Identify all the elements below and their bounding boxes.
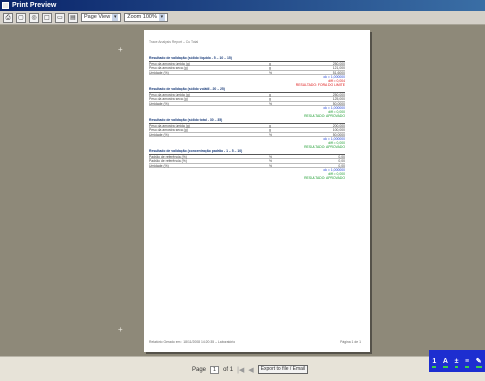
- margin-marker-icon[interactable]: +: [118, 46, 123, 54]
- row-value: 250,000: [332, 93, 345, 97]
- row-unit: %: [269, 70, 273, 75]
- edit-icon[interactable]: ✎: [475, 357, 482, 368]
- prev-page-icon[interactable]: ◀: [248, 366, 253, 374]
- toolbar: ⎙ ▢ ◎ □ ▭ ▤ Page View ▾ Zoom 100% ▾: [0, 11, 485, 25]
- page-navigator: Page 1 of 1 |◀ ◀ Export to file / Email: [192, 365, 309, 374]
- chevron-down-icon: ▾: [112, 14, 119, 21]
- report-footer: Relatório Gerado em : 18/11/2008 14:20:3…: [149, 340, 361, 344]
- page-number-input[interactable]: 1: [210, 365, 220, 374]
- report-section: Resultado de validação (sólido total - 3…: [149, 118, 345, 149]
- row-unit: g: [269, 128, 271, 133]
- row-label: Umidade (%): [149, 101, 169, 106]
- row-label: Umidade (%): [149, 163, 169, 168]
- page-of-label: of 1: [223, 366, 234, 373]
- section-title: Resultado de validação (concentração pad…: [149, 149, 345, 155]
- row-value: 250,000: [332, 62, 345, 66]
- row-unit: g: [269, 93, 271, 97]
- section-title: Resultado de validação (sólido líquido -…: [149, 56, 345, 62]
- row-label: Peso da amostra seca (g): [149, 66, 188, 71]
- report-section: Resultado de validação (sólido volátil -…: [149, 87, 345, 118]
- row-unit: g: [269, 62, 271, 66]
- summary-line: RESULTADO: APROVADO: [304, 176, 345, 181]
- row-label: Umidade (%): [149, 132, 169, 137]
- row-unit: g: [269, 97, 271, 102]
- report-header: Trace Analysis Report – Cu Total: [149, 40, 199, 44]
- window-title: Print Preview: [12, 2, 57, 9]
- section-title: Resultado de validação (sólido volátil -…: [149, 87, 345, 93]
- print-icon[interactable]: ⎙: [3, 12, 13, 23]
- row-value: 200,000: [332, 124, 345, 128]
- row-label: Padrão de referência (%): [149, 155, 187, 159]
- row-unit: %: [269, 101, 273, 106]
- row-label: Padrão de referência (%): [149, 159, 187, 164]
- app-icon: [2, 2, 9, 9]
- first-page-icon[interactable]: |◀: [237, 366, 244, 374]
- window-titlebar: Print Preview: [0, 0, 485, 11]
- page-label: Page: [192, 366, 207, 373]
- zoom-select[interactable]: Zoom 100% ▾: [124, 13, 168, 22]
- row-value: 0,00: [338, 159, 345, 164]
- row-label: Peso da amostra úmida (g): [149, 62, 190, 66]
- view-select[interactable]: Page View ▾: [81, 13, 122, 22]
- report-section: Resultado de validação (sólido líquido -…: [149, 56, 345, 87]
- margin-marker-icon[interactable]: +: [118, 326, 123, 334]
- row-value: 125,000: [332, 97, 345, 102]
- two-page-icon[interactable]: ▭: [55, 12, 65, 23]
- number-tool-icon[interactable]: 1: [432, 358, 436, 368]
- row-label: Umidade (%): [149, 70, 169, 75]
- row-value: 51,6000: [332, 70, 345, 75]
- row-label: Peso da amostra úmida (g): [149, 124, 190, 128]
- plus-minus-icon[interactable]: ±: [454, 358, 458, 368]
- row-value: 0,00: [338, 163, 345, 168]
- row-value: 121,000: [332, 66, 345, 71]
- export-button[interactable]: Export to file / Email: [257, 365, 309, 374]
- section-title: Resultado de validação (sólido total - 3…: [149, 118, 345, 124]
- row-value: 100,000: [332, 128, 345, 133]
- row-unit: %: [269, 159, 273, 164]
- row-label: Peso da amostra seca (g): [149, 97, 188, 102]
- menu-icon[interactable]: ≡: [465, 358, 470, 368]
- row-unit: g: [269, 124, 271, 128]
- chevron-down-icon: ▾: [158, 14, 165, 21]
- text-tool-icon[interactable]: A: [442, 358, 448, 368]
- row-value: 50,0000: [332, 132, 345, 137]
- single-page-icon[interactable]: □: [42, 12, 52, 23]
- footer-left: Relatório Gerado em : 18/11/2008 14:20:3…: [149, 340, 236, 344]
- report-section: Resultado de validação (concentração pad…: [149, 149, 345, 180]
- row-unit: %: [269, 163, 273, 168]
- right-toolbox: 1 A ± ≡ ✎: [429, 350, 485, 372]
- view-select-value: Page View: [84, 14, 111, 20]
- statusbar: Page 1 of 1 |◀ ◀ Export to file / Email: [0, 356, 485, 381]
- row-label: Peso da amostra úmida (g): [149, 93, 190, 97]
- row-value: 0,00: [338, 155, 345, 159]
- multi-page-icon[interactable]: ▤: [68, 12, 78, 23]
- row-label: Peso da amostra seca (g): [149, 128, 188, 133]
- zoom-icon[interactable]: ◎: [29, 12, 39, 23]
- row-unit: %: [269, 155, 273, 159]
- row-unit: %: [269, 132, 273, 137]
- footer-right: Página 1 de 1: [340, 340, 361, 344]
- fit-page-icon[interactable]: ▢: [16, 12, 26, 23]
- row-value: 50,0000: [332, 101, 345, 106]
- row-unit: g: [269, 66, 271, 71]
- report-page: Trace Analysis Report – Cu Total Resulta…: [144, 30, 370, 352]
- zoom-select-value: Zoom 100%: [127, 14, 157, 20]
